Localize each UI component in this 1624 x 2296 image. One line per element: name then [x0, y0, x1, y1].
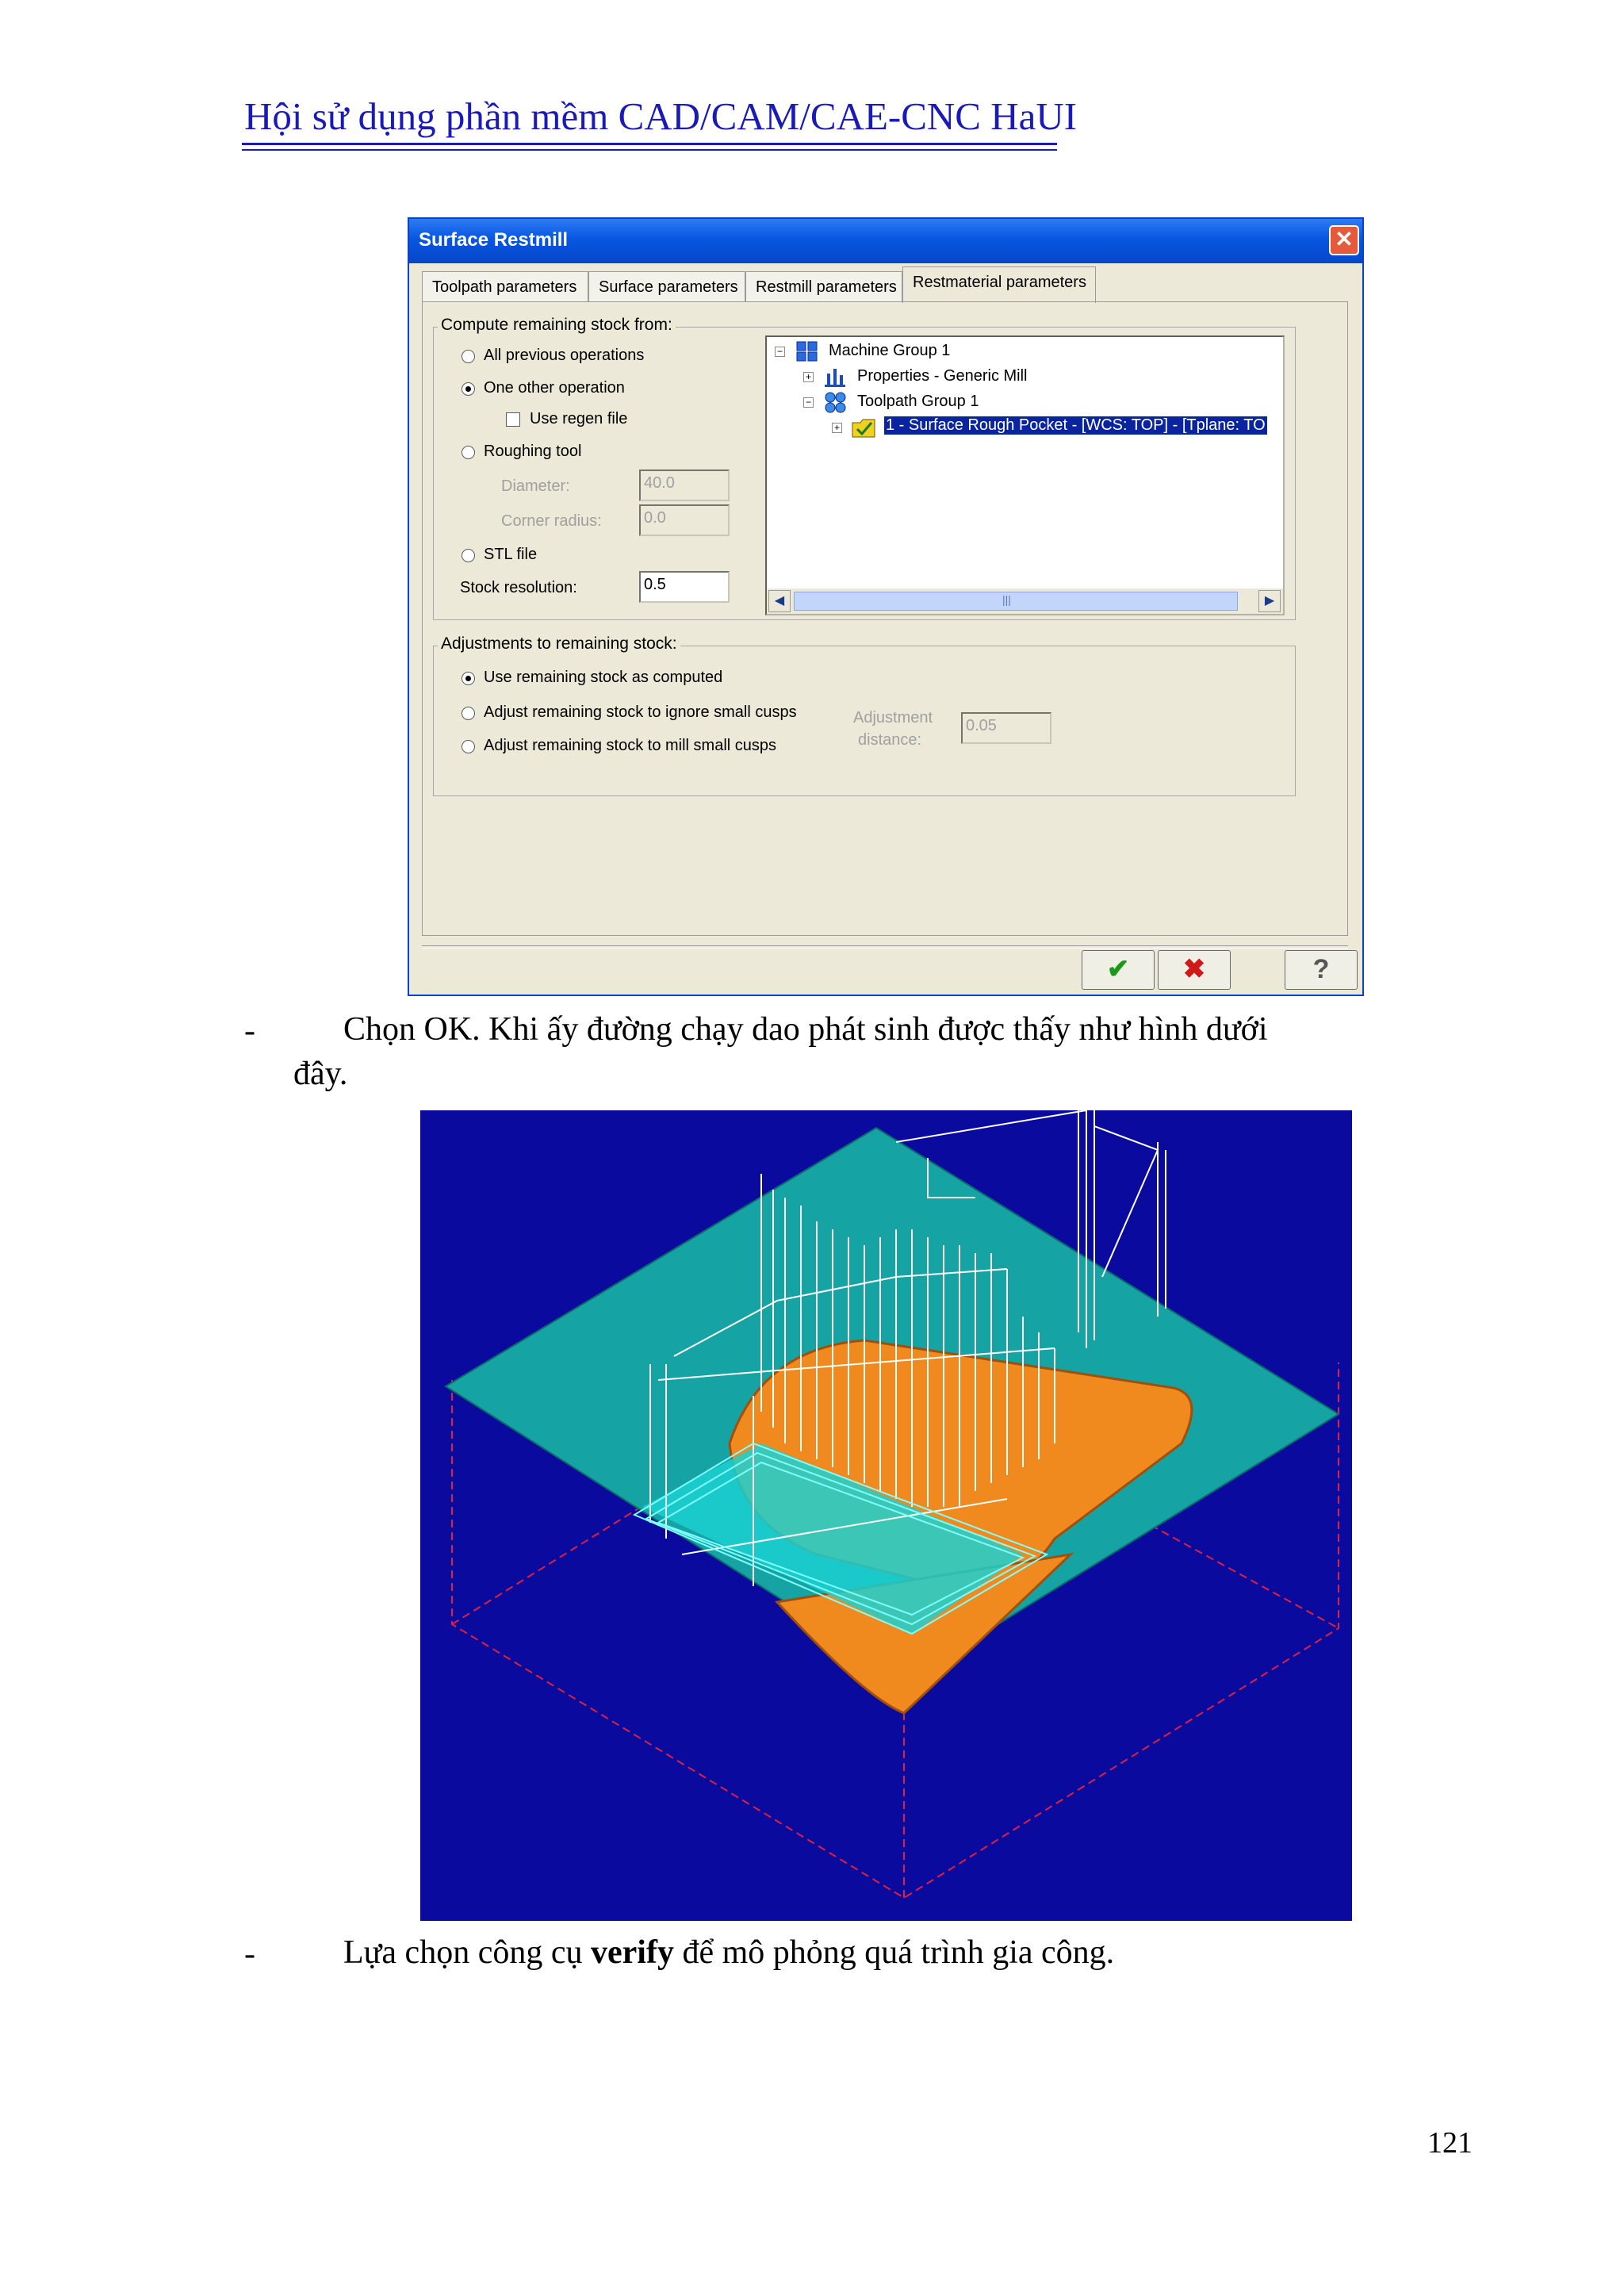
- radio-all-previous[interactable]: [462, 350, 475, 363]
- toolpath-3d-view: [420, 1110, 1352, 1921]
- bullet-1: -: [244, 1013, 255, 1049]
- label-use-regen-file: Use regen file: [530, 410, 628, 427]
- label-adjustment: Adjustment: [853, 709, 933, 726]
- tab-restmaterial-parameters[interactable]: Restmaterial parameters: [902, 266, 1096, 303]
- label-stl-file: STL file: [484, 546, 538, 563]
- radio-mill-small-cusps[interactable]: [462, 740, 475, 753]
- radio-one-other-operation[interactable]: [462, 382, 475, 396]
- header-title: Hội sử dụng phần mềm CAD/CAM/CAE-CNC HaU…: [244, 94, 1078, 138]
- operation-folder-icon: [852, 419, 875, 438]
- label-all-previous: All previous operations: [484, 347, 645, 364]
- compute-stock-group-label: Compute remaining stock from:: [438, 316, 676, 335]
- tree-toolpath-group[interactable]: Toolpath Group 1: [857, 393, 979, 411]
- dialog-separator: [422, 945, 1348, 949]
- collapse-machine-group-icon[interactable]: −: [775, 347, 785, 357]
- collapse-toolpath-group-icon[interactable]: −: [803, 397, 814, 408]
- properties-icon: [825, 369, 845, 387]
- corner-radius-field[interactable]: 0.0: [639, 504, 730, 536]
- tab-restmill-parameters[interactable]: Restmill parameters: [745, 271, 902, 301]
- adjustments-group-label: Adjustments to remaining stock:: [438, 634, 680, 654]
- tree-properties[interactable]: Properties - Generic Mill: [857, 367, 1028, 385]
- tab-toolpath-parameters[interactable]: Toolpath parameters: [422, 271, 588, 301]
- label-mill-small-cusps: Adjust remaining stock to mill small cus…: [484, 737, 777, 754]
- tree-horizontal-scrollbar[interactable]: ◀ ||| ▶: [767, 588, 1283, 614]
- label-roughing-tool: Roughing tool: [484, 443, 582, 460]
- expand-properties-icon[interactable]: +: [803, 372, 814, 382]
- scroll-right-icon[interactable]: ▶: [1258, 590, 1281, 612]
- label-corner-radius: Corner radius:: [501, 512, 602, 530]
- ok-button[interactable]: ✔: [1082, 950, 1155, 990]
- toolpath-3d-illustration: [444, 1110, 1340, 1899]
- label-one-other-operation: One other operation: [484, 379, 625, 397]
- paragraph-1-line-2: đây.: [293, 1056, 348, 1092]
- scroll-thumb-grip: |||: [1002, 593, 1011, 606]
- cancel-button[interactable]: ✖: [1158, 950, 1231, 990]
- close-button[interactable]: ✕: [1329, 225, 1359, 255]
- radio-stl-file[interactable]: [462, 549, 475, 562]
- help-button[interactable]: ?: [1285, 950, 1358, 990]
- checkbox-use-regen-file[interactable]: [506, 412, 520, 427]
- paragraph-1-line-1: Chọn OK. Khi ấy đường chạy dao phát sinh…: [343, 1011, 1268, 1048]
- surface-restmill-dialog: Surface Restmill ✕ Toolpath parameters S…: [408, 217, 1364, 996]
- paragraph-2: Lựa chọn công cụ verify để mô phỏng quá …: [343, 1934, 1114, 1972]
- adjustment-distance-field[interactable]: 0.05: [961, 712, 1051, 744]
- scroll-left-icon[interactable]: ◀: [768, 590, 791, 612]
- header-rule-double: [242, 149, 1057, 151]
- label-stock-resolution: Stock resolution:: [460, 579, 577, 596]
- tree-operation-selected[interactable]: 1 - Surface Rough Pocket - [WCS: TOP] - …: [884, 416, 1267, 435]
- label-ignore-small-cusps: Adjust remaining stock to ignore small c…: [484, 703, 797, 721]
- header-rule: [242, 143, 1057, 145]
- tab-surface-parameters[interactable]: Surface parameters: [588, 271, 745, 301]
- verify-keyword: verify: [591, 1934, 674, 1971]
- radio-roughing-tool[interactable]: [462, 446, 475, 459]
- paragraph-2-suffix: để mô phỏng quá trình gia công.: [673, 1934, 1115, 1971]
- bullet-2: -: [244, 1936, 255, 1972]
- tree-machine-group[interactable]: Machine Group 1: [829, 342, 950, 360]
- operations-tree[interactable]: − Machine Group 1 + Properties - Generic…: [765, 335, 1285, 615]
- diameter-field[interactable]: 40.0: [639, 470, 730, 501]
- machine-group-icon: [796, 341, 818, 362]
- dialog-titlebar: Surface Restmill ✕: [409, 219, 1362, 263]
- paragraph-2-prefix: Lựa chọn công cụ: [343, 1934, 591, 1971]
- page-number: 121: [1427, 2126, 1473, 2160]
- label-use-computed: Use remaining stock as computed: [484, 669, 723, 686]
- toolpath-group-icon: [825, 392, 846, 413]
- dialog-title: Surface Restmill: [419, 229, 569, 251]
- expand-operation-icon[interactable]: +: [832, 423, 842, 433]
- label-adjustment-distance: distance:: [858, 731, 922, 749]
- stock-resolution-field[interactable]: 0.5: [639, 571, 730, 603]
- radio-ignore-small-cusps[interactable]: [462, 707, 475, 720]
- scroll-thumb[interactable]: |||: [794, 592, 1238, 611]
- label-diameter: Diameter:: [501, 477, 570, 495]
- radio-use-computed[interactable]: [462, 672, 475, 685]
